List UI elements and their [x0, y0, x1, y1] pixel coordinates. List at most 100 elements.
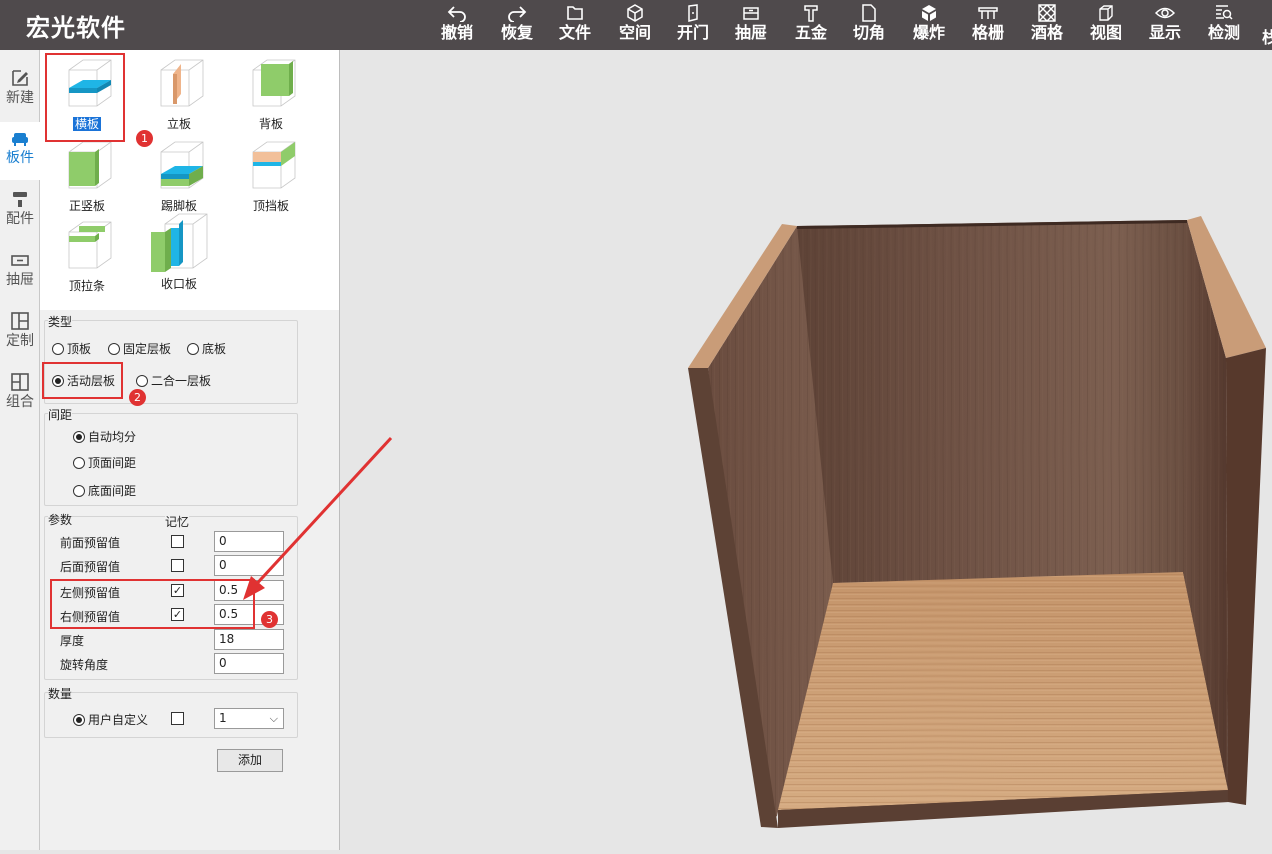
radio-label: 固定层板	[123, 342, 172, 356]
radio-label: 底面间距	[88, 484, 137, 498]
radio-label: 自动均分	[88, 430, 137, 444]
palette-item-top-shield-panel[interactable]: 顶挡板	[236, 138, 306, 214]
radio-label: 二合一层板	[151, 374, 212, 388]
radio-label: 顶板	[67, 342, 92, 356]
view-button[interactable]: 视图	[1079, 2, 1133, 48]
sidenav-label: 新建	[6, 90, 34, 106]
toolbar-label: 撤销	[440, 23, 473, 42]
palette-item-closing-panel[interactable]: 收口板	[144, 210, 214, 292]
sidenav-item-accessories[interactable]: 配件	[0, 183, 40, 241]
top-strip-icon	[68, 221, 112, 269]
toolbar-label: 抽屉	[734, 23, 767, 42]
folder-icon	[567, 6, 583, 20]
memory-checkbox-quantity[interactable]	[171, 712, 184, 725]
toolbar-label: 开门	[676, 23, 709, 42]
cabinet-3d-model	[688, 216, 1266, 828]
display-button[interactable]: 显示	[1138, 2, 1192, 48]
radio-circle	[73, 430, 85, 443]
back-panel-icon	[252, 59, 296, 107]
radio-bottom-panel[interactable]: 底板	[187, 340, 226, 357]
radio-circle	[73, 456, 85, 469]
inspect-button[interactable]: 检测	[1197, 2, 1251, 48]
palette-label: 顶拉条	[68, 279, 105, 293]
annotation-highlight-2	[42, 362, 123, 399]
quantity-value: 1	[219, 711, 227, 725]
radio-fixed-shelf[interactable]: 固定层板	[108, 340, 171, 357]
drawer-icon	[11, 255, 29, 266]
toolbar-label: 恢复	[500, 23, 533, 42]
side-nav: 新建 板件 配件 抽屉 定制 组合	[0, 50, 40, 850]
space-button[interactable]: 空间	[608, 2, 662, 48]
annotation-badge-2: 2	[129, 389, 146, 406]
redo-button[interactable]: 恢复	[490, 2, 544, 48]
sidenav-label: 抽屉	[6, 272, 34, 288]
roller-icon	[13, 192, 27, 207]
sidenav-item-new[interactable]: 新建	[0, 62, 40, 120]
wine-rack-button[interactable]: 酒格	[1020, 2, 1074, 48]
sidenav-item-drawer[interactable]: 抽屉	[0, 244, 40, 302]
spacing-group-title: 间距	[48, 406, 73, 423]
corner-cut-button[interactable]: 切角	[842, 2, 896, 48]
explode-button[interactable]: 爆炸	[902, 2, 956, 48]
sidenav-item-combine[interactable]: 组合	[0, 366, 40, 424]
toolbar-label: 酒格	[1030, 23, 1063, 42]
app-logo-title: 宏光软件	[26, 14, 126, 42]
radio-bottom-spacing[interactable]: 底面间距	[73, 482, 136, 499]
memory-header: 记忆	[165, 513, 190, 530]
toolbar-overflow-item[interactable]: 栈	[1262, 24, 1272, 46]
sidenav-item-custom[interactable]: 定制	[0, 305, 40, 363]
palette-item-front-vertical-panel[interactable]: 正竖板	[52, 138, 122, 214]
undo-button[interactable]: 撤销	[430, 2, 484, 48]
toolbar-label: 文件	[558, 23, 591, 42]
radio-user-defined[interactable]: 用户自定义	[73, 711, 148, 728]
radio-top-panel[interactable]: 顶板	[52, 340, 91, 357]
grille-button[interactable]: 格栅	[961, 2, 1015, 48]
inspect-icon	[1216, 5, 1233, 20]
radio-circle	[73, 713, 85, 726]
file-button[interactable]: 文件	[548, 2, 602, 48]
radio-auto-distribute[interactable]: 自动均分	[73, 428, 136, 445]
hardware-button[interactable]: 五金	[784, 2, 838, 48]
radio-circle	[136, 374, 148, 387]
sidenav-item-panels[interactable]: 板件	[0, 122, 40, 180]
param-label-back: 后面预留值	[60, 560, 121, 574]
radio-label: 用户自定义	[88, 713, 149, 727]
add-button[interactable]: 添加	[217, 749, 283, 772]
palette-label: 背板	[258, 117, 283, 131]
bottom-panel-grain	[778, 572, 1228, 810]
palette-item-back-panel[interactable]: 背板	[236, 56, 306, 132]
memory-checkbox-back[interactable]	[171, 559, 184, 572]
annotation-arrow	[243, 436, 393, 600]
palette-item-top-strip[interactable]: 顶拉条	[52, 218, 122, 294]
explode-icon	[922, 5, 936, 21]
annotation-highlight-3	[50, 579, 255, 629]
toolbar-label: 显示	[1148, 23, 1181, 42]
combine-icon	[11, 373, 29, 391]
wine-rack-icon	[1038, 4, 1056, 22]
palette-item-kick-panel[interactable]: 踢脚板	[144, 138, 214, 214]
cube-outline-icon	[627, 4, 643, 22]
input-rotation[interactable]: 0	[214, 653, 284, 674]
3d-viewport[interactable]	[243, 50, 1272, 850]
toolbar-label: 检测	[1207, 23, 1240, 42]
toolbar-label: 空间	[618, 23, 651, 42]
palette-label: 正竖板	[68, 199, 105, 213]
param-label-front: 前面预留值	[60, 536, 121, 550]
quantity-select[interactable]: 1 ⌵	[214, 708, 284, 729]
input-thickness[interactable]: 18	[214, 629, 284, 650]
drawer-button[interactable]: 抽屉	[724, 2, 778, 48]
top-shield-panel-icon	[252, 141, 296, 189]
door-button[interactable]: 开门	[666, 2, 720, 48]
kick-panel-icon	[160, 141, 204, 189]
radio-top-spacing[interactable]: 顶面间距	[73, 454, 136, 471]
toolbar-label: 爆炸	[912, 23, 945, 42]
vertical-panel-icon	[160, 59, 204, 107]
memory-checkbox-front[interactable]	[171, 535, 184, 548]
radio-circle	[52, 342, 64, 355]
palette-label: 收口板	[160, 277, 197, 291]
radio-two-in-one-shelf[interactable]: 二合一层板	[136, 372, 211, 389]
redo-icon	[508, 6, 527, 22]
sidenav-label: 定制	[6, 333, 34, 349]
view-icon	[1099, 5, 1113, 21]
palette-item-vertical-panel[interactable]: 立板	[144, 56, 214, 132]
